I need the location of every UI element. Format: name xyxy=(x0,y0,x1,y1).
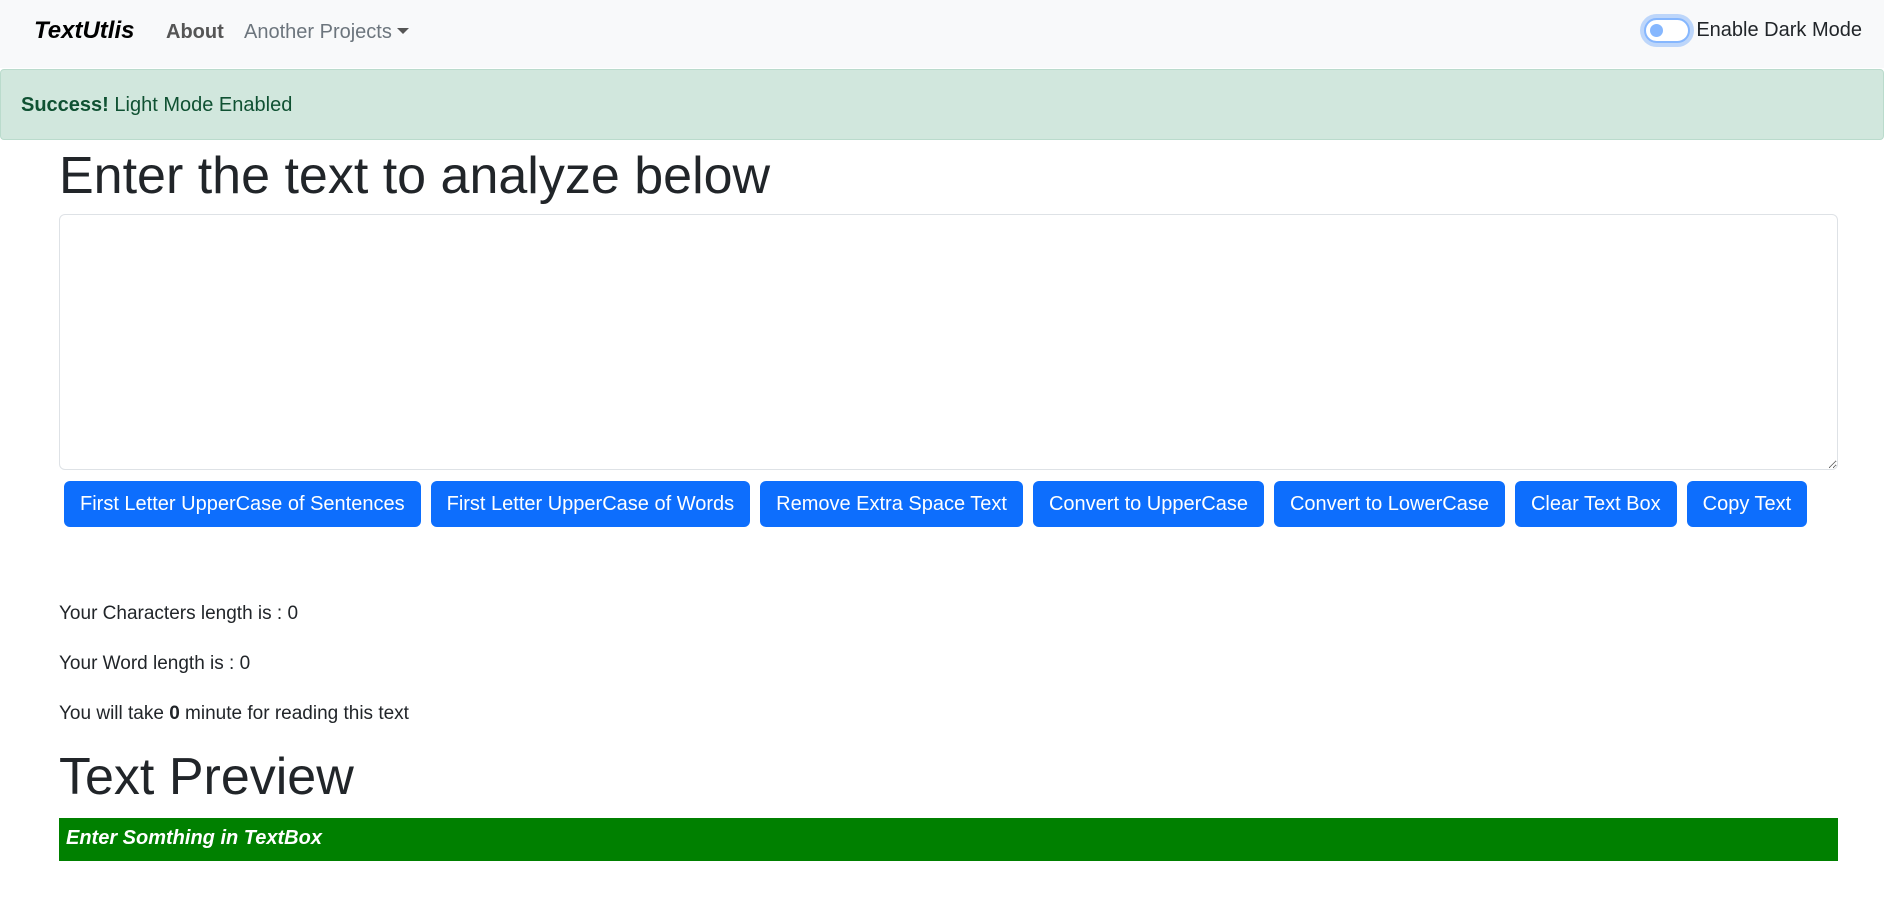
reading-time: You will take 0 minute for reading this … xyxy=(59,703,409,725)
alert-title: Success! xyxy=(21,94,109,116)
caret-down-icon xyxy=(396,27,409,34)
success-alert: Success! Light Mode Enabled xyxy=(0,69,1884,140)
navbar: TextUtlis About Another Projects Enable … xyxy=(0,0,1884,68)
clear-text-button[interactable]: Clear Text Box xyxy=(1514,481,1677,527)
copy-text-button[interactable]: Copy Text xyxy=(1686,481,1808,527)
remove-extra-space-button[interactable]: Remove Extra Space Text xyxy=(760,481,1023,527)
action-buttons: First Letter UpperCase of Sentences Firs… xyxy=(64,481,1808,527)
dark-mode-label: Enable Dark Mode xyxy=(1696,19,1862,41)
capitalize-sentences-button[interactable]: First Letter UpperCase of Sentences xyxy=(64,481,421,527)
nav-projects-label: Another Projects xyxy=(244,21,392,43)
nav-about-link[interactable]: About xyxy=(166,21,224,44)
dark-mode-switch[interactable] xyxy=(1644,18,1691,43)
reading-minutes: 0 xyxy=(169,703,180,724)
reading-prefix: You will take xyxy=(59,703,170,724)
capitalize-words-button[interactable]: First Letter UpperCase of Words xyxy=(430,481,751,527)
words-count: Your Word length is : 0 xyxy=(59,653,251,674)
preview-content: Enter Somthing in TextBox xyxy=(59,818,1838,861)
dark-mode-toggle[interactable]: Enable Dark Mode xyxy=(1644,18,1862,43)
characters-count: Your Characters length is : 0 xyxy=(59,603,299,624)
uppercase-button[interactable]: Convert to UpperCase xyxy=(1032,481,1264,527)
alert-message: Light Mode Enabled xyxy=(114,94,293,116)
nav-projects-dropdown[interactable]: Another Projects xyxy=(244,21,409,44)
switch-knob xyxy=(1650,24,1664,37)
reading-suffix: minute for reading this text xyxy=(179,703,409,724)
text-input[interactable] xyxy=(59,214,1838,470)
page-title: Enter the text to analyze below xyxy=(59,147,771,205)
preview-title: Text Preview xyxy=(59,748,354,806)
lowercase-button[interactable]: Convert to LowerCase xyxy=(1273,481,1505,527)
brand-link[interactable]: TextUtlis xyxy=(34,17,134,45)
